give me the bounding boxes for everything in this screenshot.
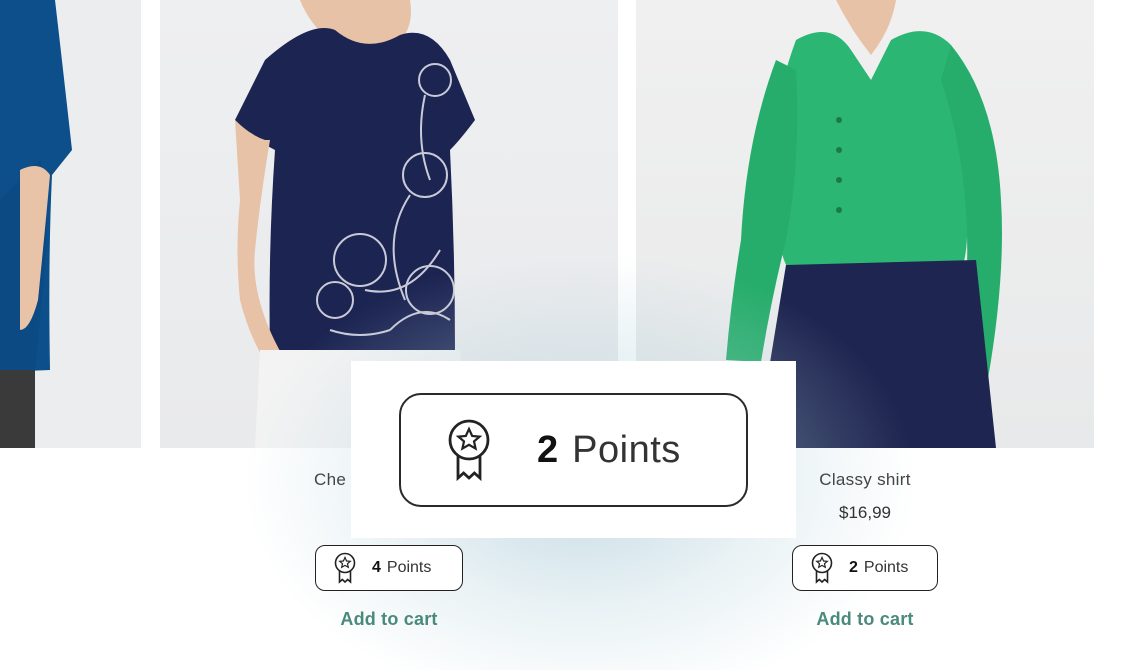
zoom-points-label: Points: [572, 428, 681, 471]
points-badge-1: 4 Points: [315, 545, 463, 591]
zoom-callout: 2 Points: [351, 361, 796, 538]
points-value-2: 2: [849, 559, 858, 576]
points-value-1: 4: [372, 559, 381, 576]
blue-tee-illustration: [0, 0, 72, 448]
zoom-points-value: 2: [537, 428, 559, 471]
product-image-blue-tee[interactable]: [0, 0, 141, 448]
product-name-1[interactable]: Che: [314, 470, 354, 490]
product-name-2[interactable]: Classy shirt: [775, 470, 955, 490]
product-price-2: $16,99: [839, 503, 891, 522]
medal-icon: [334, 552, 356, 584]
medal-icon: [448, 419, 490, 482]
points-label-2: Points: [863, 559, 909, 576]
zoom-points-badge: 2 Points: [399, 393, 748, 507]
points-badge-2: 2 Points: [792, 545, 938, 591]
add-to-cart-button-1[interactable]: Add to cart: [315, 609, 463, 630]
points-label-1: Points: [386, 559, 432, 576]
medal-icon: [811, 552, 833, 584]
add-to-cart-button-2[interactable]: Add to cart: [792, 609, 938, 630]
